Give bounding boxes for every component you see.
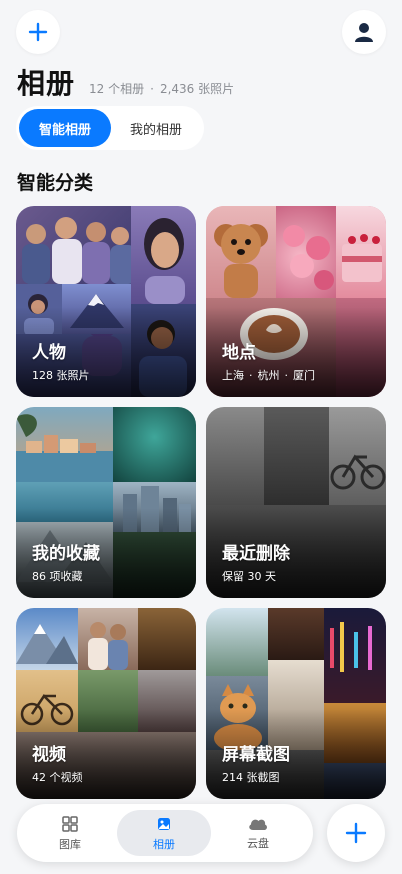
card-title: 最近删除 (222, 544, 290, 564)
dog-photo (214, 224, 268, 298)
profile-button[interactable] (342, 10, 386, 54)
photo-thumbnail (268, 608, 324, 660)
bottom-tab-bar: 图库 相册 云盘 (17, 804, 313, 862)
page-header: 相册 12 个相册 · 2,436 张照片 (17, 62, 234, 102)
tab-library[interactable]: 图库 (23, 810, 117, 856)
plus-icon (345, 822, 367, 844)
card-title: 屏幕截图 (222, 745, 290, 765)
add-button[interactable] (16, 10, 60, 54)
group-photo (22, 217, 136, 284)
flowers-photo (283, 225, 334, 290)
photo-thumbnail (206, 206, 276, 298)
album-card-favorites[interactable]: 我的收藏 86 项收藏 (16, 407, 196, 598)
place-name: 上海 (222, 369, 244, 382)
album-type-segment: 智能相册 我的相册 (16, 106, 204, 150)
segment-my-albums[interactable]: 我的相册 (111, 109, 201, 147)
plus-icon (28, 22, 48, 42)
photo-thumbnail (276, 206, 336, 298)
card-subtitle: 214 张截图 (222, 771, 280, 784)
portrait-photo (144, 218, 185, 304)
separator-dot: · (150, 81, 154, 96)
photo-thumbnail (336, 206, 386, 298)
photo-count: 2,436 张照片 (159, 82, 235, 96)
segment-smart-albums[interactable]: 智能相册 (19, 109, 111, 147)
photo-thumbnail (264, 407, 329, 505)
photo-thumbnail (16, 407, 113, 482)
place-name: 杭州 (257, 369, 280, 382)
user-icon (355, 23, 373, 42)
cake-photo (342, 234, 382, 282)
tab-cloud[interactable]: 云盘 (211, 810, 305, 856)
tab-label: 相册 (153, 837, 175, 851)
album-card-people[interactable]: 人物 128 张照片 (16, 206, 196, 397)
album-card-recently-deleted[interactable]: 最近删除 保留 30 天 (206, 407, 386, 598)
card-title: 我的收藏 (32, 544, 100, 564)
album-card-screenshots[interactable]: 屏幕截图 214 张截图 (206, 608, 386, 799)
card-title: 人物 (32, 343, 66, 363)
night-city-photo (330, 622, 372, 672)
tab-label: 图库 (59, 837, 81, 851)
card-place-list: 上海 · 杭州 · 厦门 (222, 367, 315, 383)
bicycle-photo (330, 454, 386, 490)
separator-dot: · (249, 368, 253, 382)
photo-thumbnail (324, 608, 386, 703)
photo-thumbnail (206, 407, 264, 505)
separator-dot: · (284, 368, 289, 382)
card-title: 地点 (222, 343, 256, 363)
card-subtitle: 86 项收藏 (32, 570, 83, 583)
photo-thumbnail (16, 206, 136, 284)
photo-thumbnail (138, 608, 196, 670)
photo-thumbnail (113, 407, 196, 482)
photo-thumbnail (131, 206, 196, 304)
photo-thumbnail (206, 608, 268, 676)
people-photo (88, 622, 128, 670)
album-icon (158, 817, 170, 830)
album-count: 12 个相册 (89, 82, 145, 96)
add-album-button[interactable] (327, 804, 385, 862)
card-subtitle: 保留 30 天 (222, 570, 276, 583)
album-card-places[interactable]: 地点 上海 · 杭州 · 厦门 (206, 206, 386, 397)
mountain-photo (16, 624, 78, 664)
tab-albums[interactable]: 相册 (117, 810, 211, 856)
album-stats: 12 个相册 · 2,436 张照片 (89, 80, 234, 97)
photo-thumbnail (329, 407, 386, 505)
photo-thumbnail (78, 608, 138, 670)
photo-thumbnail (16, 608, 78, 670)
card-subtitle: 42 个视频 (32, 771, 83, 784)
coastal-town-photo (16, 414, 113, 482)
card-subtitle: 128 张照片 (32, 369, 90, 382)
cloud-icon (249, 819, 267, 830)
tab-label: 云盘 (247, 836, 269, 850)
grid-icon (62, 815, 78, 832)
section-title: 智能分类 (17, 172, 94, 194)
album-card-videos[interactable]: 视频 42 个视频 (16, 608, 196, 799)
card-title: 视频 (32, 745, 66, 765)
page-title: 相册 (17, 67, 76, 100)
place-name: 厦门 (293, 369, 315, 382)
